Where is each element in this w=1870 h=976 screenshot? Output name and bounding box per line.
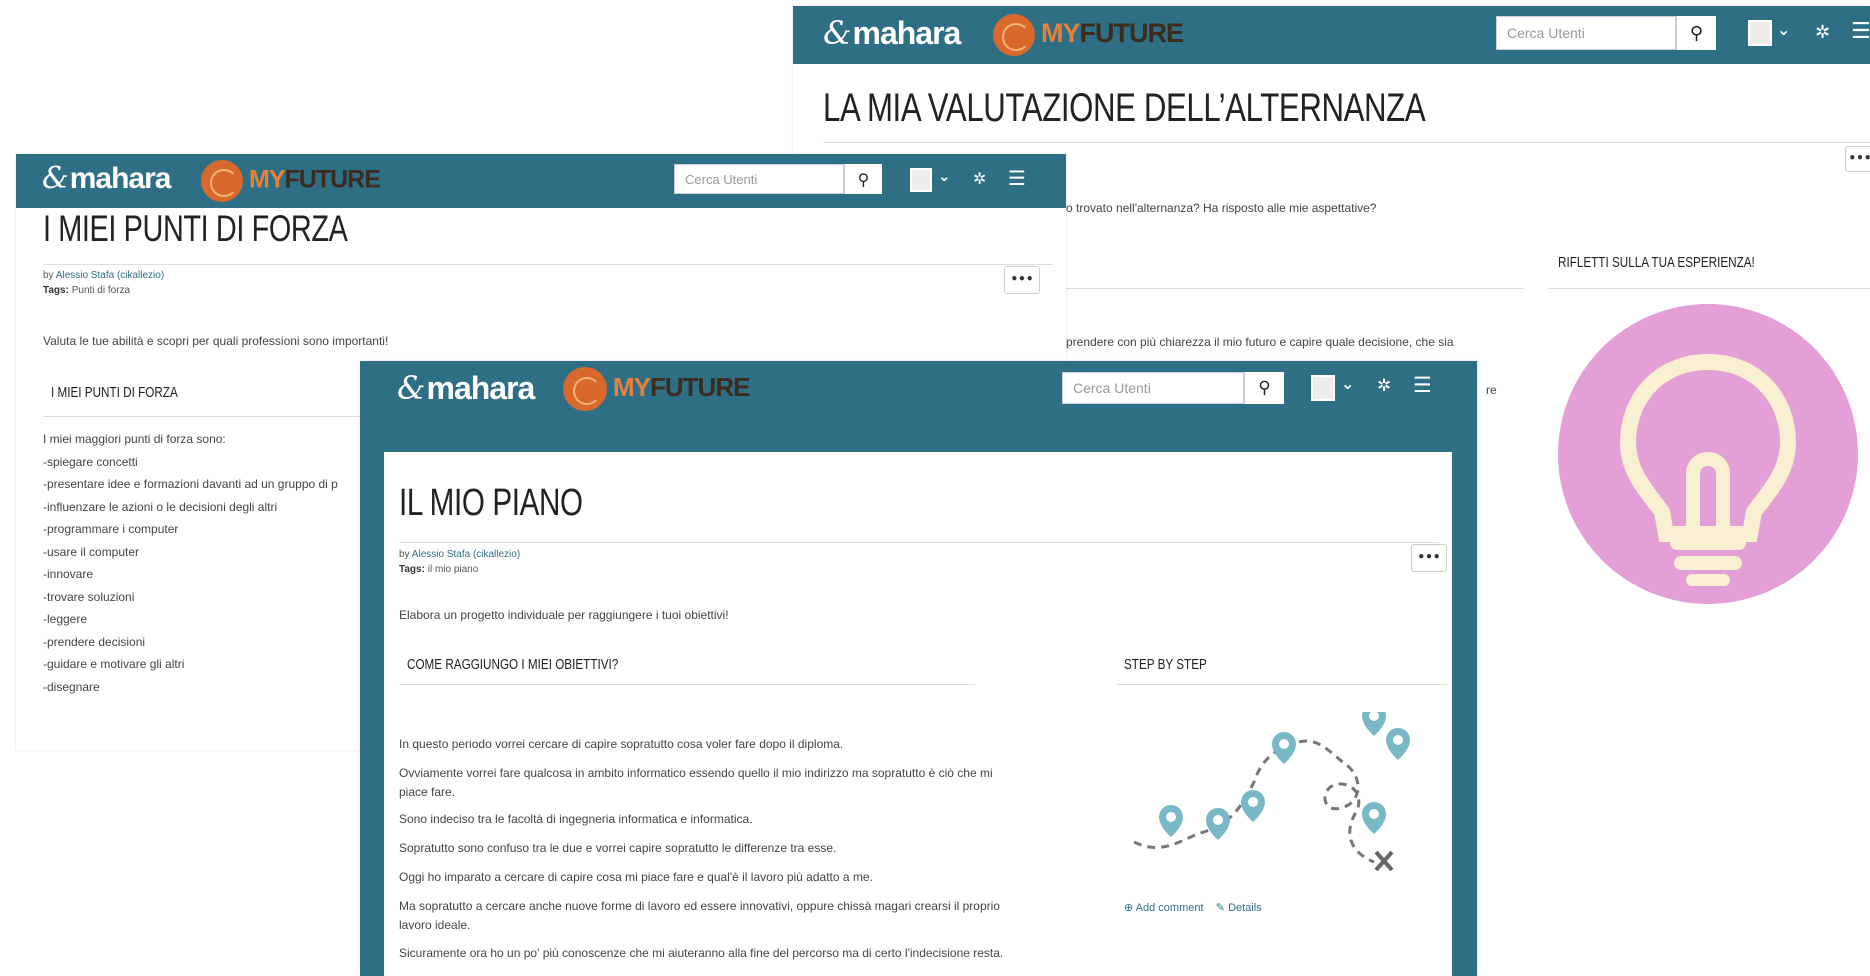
search-button[interactable]: ⚲ [844,164,882,194]
details-link[interactable]: ✎ Details [1216,902,1262,914]
tags-label: Tags: [43,285,69,296]
paragraph: Sono indeciso tra le facoltà di ingegner… [399,812,753,826]
chevron-down-icon[interactable]: ⌄ [1341,374,1354,393]
list-item: -trovare soluzioni [43,589,135,604]
paragraph: piace fare. [399,785,456,799]
divider [1116,684,1447,685]
user-menu[interactable] [1311,375,1335,401]
divider [399,542,1439,543]
list-item: -disegnare [43,679,100,694]
question-text: o trovato nell'alternanza? Ha risposto a… [1066,201,1377,215]
list-item: -usare il computer [43,544,140,559]
header-bar: &mahara MYFUTURE Cerca Utenti ⚲ ⌄ ✲ ☰ [16,154,1066,208]
paragraph: Ovviamente vorrei fare qualcosa in ambit… [399,766,993,780]
header-bar: &mahara MYFUTURE Cerca Utenti ⚲ ⌄ ✲ ☰ [360,361,1477,449]
lightbulb-image [1558,304,1858,604]
by-label: by [399,549,410,560]
divider [1066,288,1523,289]
search-icon: ⚲ [1689,22,1704,44]
search-input[interactable]: Cerca Utenti [1062,372,1244,404]
list-item: -leggere [43,612,88,626]
body-text: prendere con più chiarezza il mio futuro… [1066,335,1454,349]
divider [823,142,1870,143]
section-title-right: STEP BY STEP [1124,656,1207,673]
list-item: -innovare [43,567,94,581]
menu-icon[interactable]: ☰ [1413,373,1432,397]
list-item: -programmare i computer [43,522,179,536]
list-item: -guidare e motivare gli altri [43,657,185,671]
myfuture-logo: MYFUTURE [201,160,381,202]
page-title: I MIEI PUNTI DI FORZA [43,208,348,249]
details-icon: ✎ [1215,902,1225,914]
by-label: by [43,270,54,281]
list-item: I miei maggiori punti di forza sono: [43,432,226,446]
section-title: I MIEI PUNTI DI FORZA [51,384,178,401]
author-link[interactable]: Alessio Stafa (cikallezio) [412,549,520,560]
tags-label: Tags: [399,564,425,575]
wrench-icon[interactable]: ✲ [1815,22,1830,43]
author-meta: by Alessio Stafa (cikallezio) Tags: il m… [399,547,520,577]
mahara-logo[interactable]: &mahara [823,14,961,52]
section-title-left: COME RAGGIUNGO I MIEI OBIETTIVI? [407,656,619,673]
list-item: -prendere decisioni [43,634,146,649]
side-section-title: RIFLETTI SULLA TUA ESPERIENZA! [1558,254,1755,271]
myfuture-logo: MYFUTURE [993,14,1184,56]
search-input[interactable]: Cerca Utenti [674,164,844,194]
tag-link[interactable]: il mio piano [428,564,479,575]
wrench-icon[interactable]: ✲ [973,169,986,188]
step-by-step-map-image [1133,712,1410,872]
author-link[interactable]: Alessio Stafa (cikallezio) [56,270,164,281]
strengths-list: I miei maggiori punti di forza sono: -sp… [43,428,338,698]
paragraph: In questo periodo vorrei cercare di capi… [399,737,844,751]
add-comment-link[interactable]: ⊕ Add comment [1124,902,1204,914]
user-menu[interactable] [1748,20,1772,46]
menu-icon[interactable]: ☰ [1008,166,1026,190]
paragraph: Sopratutto sono confuso tra le due e vor… [399,841,837,855]
paragraph: Oggi ho imparato a cercare di capire cos… [399,870,873,884]
divider [399,684,975,685]
menu-icon[interactable]: ☰ [1851,19,1870,44]
paragraph: Ma sopratutto a cercare anche nuove form… [399,899,1000,913]
intro-text: Valuta le tue abilità e scopri per quali… [43,334,389,348]
mahara-logo[interactable]: &mahara [397,369,535,407]
search-button[interactable]: ⚲ [1676,16,1716,50]
paragraph: Sicuramente ora ho un po' più conoscenze… [399,946,1004,960]
wrench-icon[interactable]: ✲ [1377,376,1391,396]
divider [43,264,1053,265]
tag-link[interactable]: Punti di forza [72,285,130,296]
add-comment-icon: ⊕ [1124,902,1134,914]
page-title: IL MIO PIANO [399,482,583,524]
divider [43,416,373,417]
list-item: -spiegare concetti [43,454,138,469]
chevron-down-icon[interactable]: ⌄ [938,167,951,185]
more-options-button[interactable]: ••• [1411,544,1447,572]
myfuture-logo: MYFUTURE [563,367,750,411]
content-area: IL MIO PIANO by Alessio Stafa (cikallezi… [384,452,1452,976]
search-icon: ⚲ [1258,378,1271,398]
map-pin-icon [1159,712,1410,840]
end-x-icon [1374,850,1394,872]
search-button[interactable]: ⚲ [1244,372,1284,404]
header-bar: &mahara MYFUTURE Cerca Utenti ⚲ ⌄ ✲ ☰ [793,6,1870,64]
more-options-button[interactable]: ••• [1004,266,1040,294]
list-item: -influenzare le azioni o le decisioni de… [43,499,278,514]
search-input[interactable]: Cerca Utenti [1496,16,1676,50]
lightbulb-icon [1619,353,1797,586]
intro-text: Elabora un progetto individuale per ragg… [399,608,729,622]
comment-actions: ⊕ Add comment ✎ Details [1124,901,1262,914]
author-meta: by Alessio Stafa (cikallezio) Tags: Punt… [43,268,164,298]
more-options-button[interactable]: ••• [1845,146,1870,172]
divider [1548,288,1870,289]
page-title: LA MIA VALUTAZIONE DELL’ALTERNANZA [823,86,1426,130]
window-mio-piano: &mahara MYFUTURE Cerca Utenti ⚲ ⌄ ✲ ☰ IL… [360,361,1477,976]
search-icon: ⚲ [857,169,870,189]
chevron-down-icon[interactable]: ⌄ [1777,20,1790,39]
list-item: -presentare idee e formazioni davanti ad… [43,477,338,491]
user-menu[interactable] [910,168,932,192]
body-text: re [1486,383,1497,397]
paragraph: lavoro ideale. [399,918,471,932]
mahara-logo[interactable]: &mahara [42,161,171,196]
